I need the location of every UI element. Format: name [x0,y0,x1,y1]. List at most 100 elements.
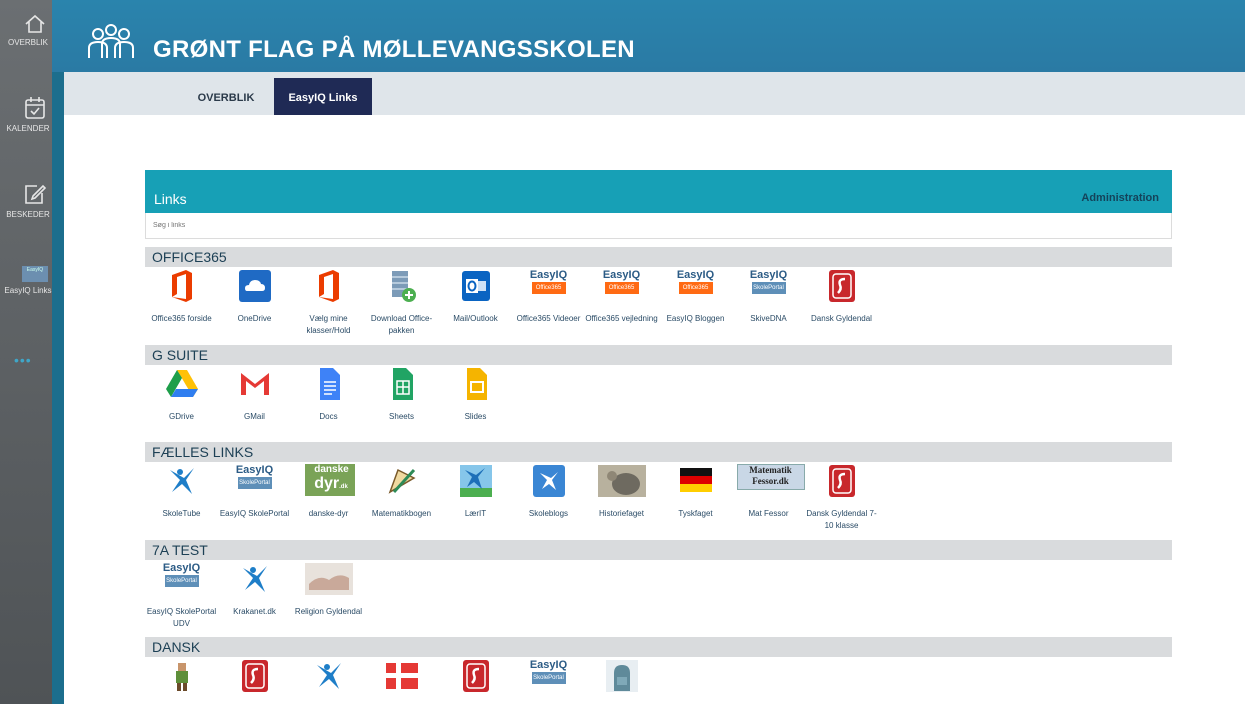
link-item[interactable]: SkoleTube [145,462,218,520]
gmail-icon [231,365,279,403]
link-item[interactable]: EasyIQ Office365 Office365 vejledning [585,267,658,325]
link-label: Office365 forside [151,314,212,323]
german-flag-icon [672,462,720,500]
link-label: Matematikbogen [371,509,432,518]
link-label: Mat Fessor [748,509,789,518]
link-label: GDrive [169,412,194,421]
link-item[interactable]: GMail [218,365,291,423]
link-item[interactable]: EasyIQ SkolePortal [512,657,585,703]
link-label: GMail [244,412,265,421]
more-dots-icon[interactable]: ••• [14,352,32,368]
gyldendal-icon [231,657,279,695]
tab-bar: OVERBLIK EasyIQ Links [64,72,1245,123]
link-item[interactable]: Matematikbogen [365,462,438,520]
links-title: Links [154,191,187,207]
link-item[interactable] [585,657,658,703]
link-label: Religion Gyldendal [294,607,363,616]
link-item[interactable]: EasyIQ Office365 Office365 Videoer [512,267,585,325]
matematikfessor-text: Matematik Fessor.dk [736,464,805,490]
bird-icon [231,560,279,598]
link-item[interactable] [439,657,512,703]
tab-easyiq-links[interactable]: EasyIQ Links [274,78,372,123]
link-item[interactable]: Docs [292,365,365,423]
easyiq-badge-text: Office365 [531,282,566,294]
danske-dyr-icon: danske dyr.dk [304,462,355,500]
link-item[interactable]: GDrive [145,365,218,423]
search-input[interactable] [146,213,1171,238]
link-item[interactable]: Sheets [365,365,438,423]
calendar-icon [25,97,45,119]
link-item[interactable] [365,657,438,703]
link-item[interactable]: Religion Gyldendal [292,560,365,618]
link-item[interactable]: Vælg mine klasser/Hold [292,267,365,337]
link-item[interactable]: EasyIQ SkolePortal EasyIQ SkolePortal UDV [145,560,218,630]
link-item[interactable]: EasyIQ SkolePortal EasyIQ SkolePortal [218,462,291,520]
onedrive-icon [231,267,279,305]
link-item[interactable]: Tyskfaget [659,462,732,520]
outlook-icon [452,267,500,305]
administration-link[interactable]: Administration [1081,192,1159,204]
link-label: Docs [319,412,338,421]
link-item[interactable]: Download Office-pakken [365,267,438,337]
sidebar-item-overblik[interactable]: OVERBLIK [0,14,52,47]
gdrive-icon [158,365,206,403]
app-header: GRØNT FLAG PÅ MØLLEVANGSSKOLEN [52,0,1245,72]
link-label: Historiefaget [599,509,644,518]
link-item[interactable]: danske dyr.dk danske-dyr [292,462,365,520]
office365-icon [158,267,206,305]
link-item[interactable]: Krakanet.dk [218,560,291,618]
link-item[interactable]: EasyIQ SkolePortal SkiveDNA [732,267,805,325]
section-fælles-links: FÆLLES LINKS SkoleTube EasyIQ SkolePortal Ea… [145,442,1172,540]
link-item[interactable] [145,657,218,703]
database-download-icon [378,267,426,305]
link-item[interactable]: EasyIQ Office365 EasyIQ Bloggen [659,267,732,325]
link-item[interactable] [292,657,365,703]
sidebar-item-easyiq-links[interactable]: EasyIQ EasyIQ Links [0,266,52,295]
link-item[interactable]: LærIT [439,462,512,520]
easyiq-skoleportal-icon: EasyIQ SkolePortal [158,560,206,598]
link-label: Krakanet.dk [233,607,276,616]
history-photo-icon [597,462,646,500]
easyiq-badge-text: SkolePortal [164,575,199,587]
link-item[interactable]: Office365 forside [145,267,218,325]
link-label: Office365 Videoer [516,314,581,323]
danish-flag-icon [378,657,426,695]
tab-overblik[interactable]: OVERBLIK [186,78,266,115]
link-item[interactable]: OneDrive [218,267,291,325]
bird-icon [305,657,353,695]
easyiq-badge-text: Office365 [678,282,713,294]
section-title: DANSK [145,637,1172,657]
link-label: Slides [464,412,487,421]
section-office365: OFFICE365 Office365 forside OneDrive Vælg m… [145,247,1172,345]
sidebar-item-kalender[interactable]: KALENDER [0,96,52,133]
link-label: SkiveDNA [750,314,787,323]
link-item[interactable] [218,657,291,703]
link-item[interactable]: Skoleblogs [512,462,585,520]
sidebar-item-label: KALENDER [6,124,50,133]
link-label: Vælg mine klasser/Hold [306,314,351,335]
link-item[interactable]: Dansk Gyldendal [805,267,878,325]
links-panel: Links Administration [145,170,1172,239]
sidebar-item-beskeder[interactable]: BESKEDER [0,182,52,219]
easyiq-brand-text: EasyIQ [529,269,568,281]
link-label: Dansk Gyldendal 7-10 klasse [806,509,877,530]
section-dansk: DANSK EasyIQ SkolePortal [145,637,1172,704]
religion-photo-icon [304,560,353,598]
link-list: EasyIQ SkolePortal [145,657,1172,704]
link-label: EasyIQ SkolePortal UDV [146,607,217,628]
sidebar-item-label: EasyIQ Links [4,286,52,295]
link-item[interactable]: Historiefaget [585,462,658,520]
edit-message-icon [25,184,47,204]
link-label: SkoleTube [162,509,201,518]
easyiq-office365-icon: EasyIQ Office365 [525,267,573,305]
people-group-icon [88,24,134,58]
section-g-suite: G SUITE GDrive GMail Docs Sheets Slides [145,345,1172,443]
link-label: EasyIQ Bloggen [666,314,725,323]
link-item[interactable]: Mail/Outlook [439,267,512,325]
link-item[interactable]: Dansk Gyldendal 7-10 klasse [805,462,878,532]
link-item[interactable]: Slides [439,365,512,423]
protractor-icon [378,462,426,500]
link-label: danske-dyr [308,509,349,518]
gyldendal-icon [818,462,866,500]
link-item[interactable]: Matematik Fessor.dk Mat Fessor [732,462,805,520]
